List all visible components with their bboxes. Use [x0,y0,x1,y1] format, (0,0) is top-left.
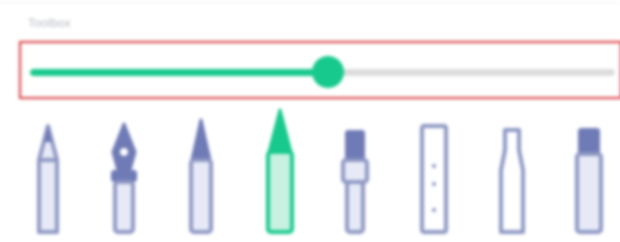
eraser-icon [499,128,525,234]
divider [0,2,620,3]
tool-palette [0,100,620,242]
brush-tool[interactable] [333,106,377,242]
pencil-tool[interactable] [26,106,70,242]
eraser-tool[interactable] [490,106,534,242]
marker-icon [575,128,603,234]
ballpoint-pen-icon [189,118,213,234]
ballpoint-pen-tool[interactable] [179,106,223,242]
marker-tool[interactable] [566,106,610,242]
pencil-icon [37,124,59,234]
size-slider-container [19,41,620,99]
ruler-icon [420,124,448,234]
ruler-tool[interactable] [412,106,456,242]
fountain-pen-icon [111,122,137,234]
highlighter-icon [266,108,294,234]
toolbox-panel: Toolbox [0,0,620,242]
toolbox-title: Toolbox [28,16,71,30]
size-slider-thumb[interactable] [312,56,345,88]
brush-icon [341,130,369,234]
fountain-pen-tool[interactable] [102,106,146,242]
size-slider-fill [30,69,329,76]
highlighter-tool[interactable] [258,106,302,242]
